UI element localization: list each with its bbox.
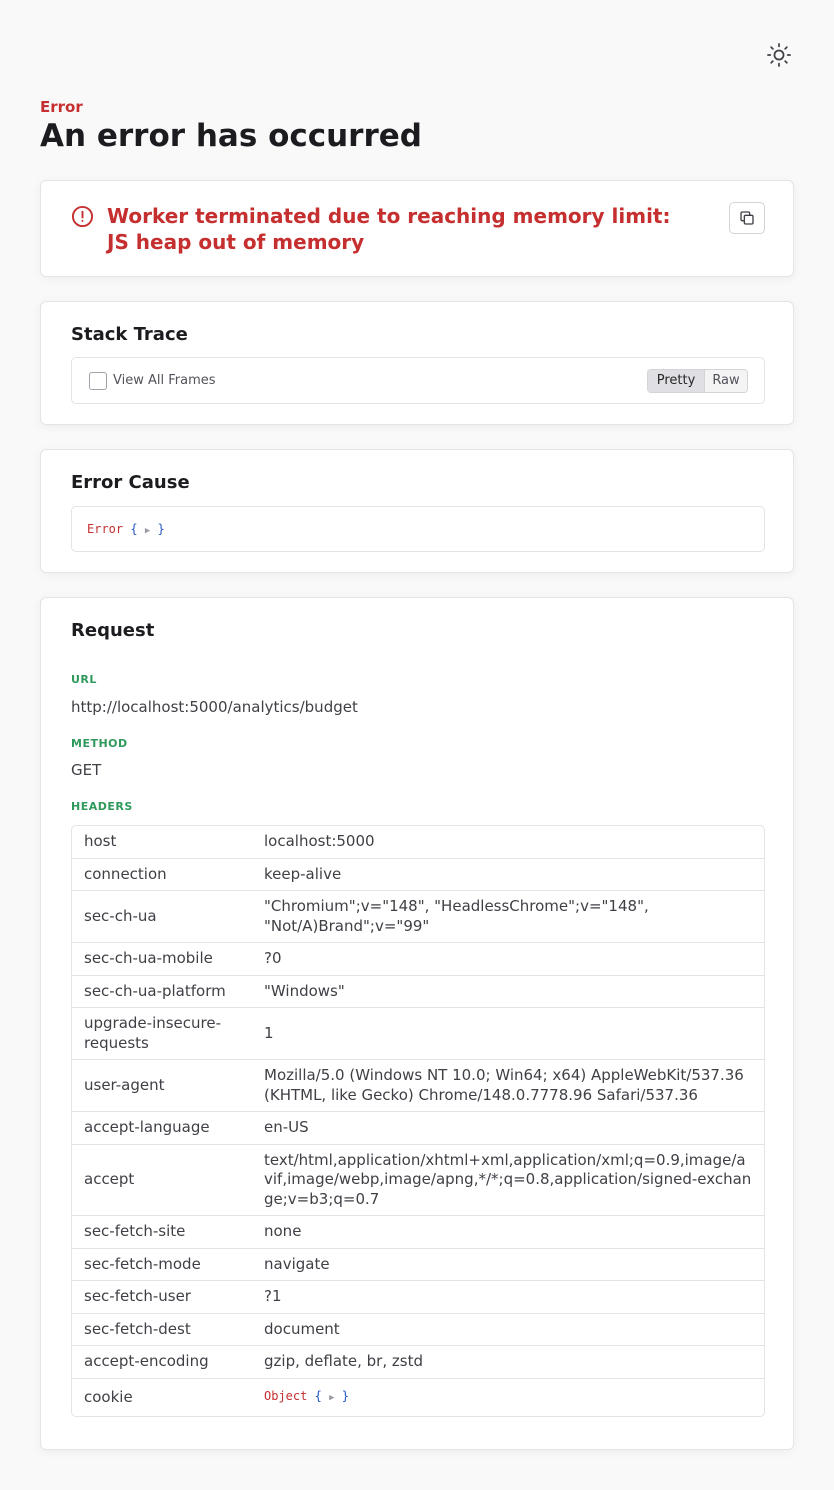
header-key: accept-language bbox=[84, 1118, 210, 1136]
header-key: sec-fetch-site bbox=[84, 1222, 186, 1240]
expand-arrow-icon[interactable]: ▶ bbox=[329, 1393, 334, 1403]
raw-mode-button[interactable]: Raw bbox=[705, 370, 747, 392]
error-cause-inspector: Error { ▶ } bbox=[71, 506, 765, 552]
request-title: Request bbox=[71, 620, 155, 641]
header-value: ?1 bbox=[264, 1287, 282, 1305]
header-key: sec-ch-ua bbox=[84, 906, 157, 925]
header-row: connection keep-alive bbox=[72, 859, 764, 891]
page-title: An error has occurred bbox=[40, 118, 422, 154]
method-value: GET bbox=[71, 761, 102, 779]
header-key: accept-encoding bbox=[84, 1352, 209, 1370]
header-key: connection bbox=[84, 864, 167, 883]
header-row: sec-fetch-user ?1 bbox=[72, 1281, 764, 1314]
url-value: http://localhost:5000/analytics/budget bbox=[71, 698, 358, 716]
expand-arrow-icon[interactable]: ▶ bbox=[145, 526, 150, 536]
header-key: cookie bbox=[84, 1387, 133, 1406]
header-key: sec-ch-ua-platform bbox=[84, 981, 226, 1000]
view-all-frames-label[interactable]: View All Frames bbox=[113, 373, 216, 389]
header-row-cookie: cookie Object { ▶ } bbox=[72, 1379, 764, 1417]
copy-button[interactable] bbox=[729, 202, 765, 234]
header-value: navigate bbox=[264, 1254, 330, 1273]
header-row: sec-ch-ua "Chromium";v="148", "HeadlessCh… bbox=[72, 891, 764, 943]
error-message-card: Worker terminated due to reaching memory… bbox=[40, 180, 794, 277]
header-row: host localhost:5000 bbox=[72, 826, 764, 859]
theme-toggle-button[interactable] bbox=[762, 38, 796, 72]
request-card: Request URL http://localhost:5000/analyt… bbox=[40, 597, 794, 1450]
header-row: sec-ch-ua-mobile ?0 bbox=[72, 943, 764, 976]
view-mode-toggle: Pretty Raw bbox=[647, 369, 748, 393]
cookie-inspector: Object { ▶ } bbox=[252, 1381, 764, 1415]
header-value: text/html,application/xhtml+xml,applicat… bbox=[264, 1150, 752, 1208]
cookie-object-name: Object bbox=[264, 1388, 308, 1403]
header-row: sec-ch-ua-platform "Windows" bbox=[72, 976, 764, 1008]
url-label: URL bbox=[71, 673, 97, 686]
header-key: sec-ch-ua-mobile bbox=[84, 949, 213, 967]
open-brace: { bbox=[314, 1388, 322, 1403]
header-value: Mozilla/5.0 (Windows NT 10.0; Win64; x64… bbox=[264, 1066, 744, 1104]
page-header: Error An error has occurred bbox=[40, 97, 422, 156]
header-value: keep-alive bbox=[264, 864, 342, 883]
header-key: sec-fetch-dest bbox=[84, 1319, 191, 1338]
header-value: "Windows" bbox=[264, 981, 345, 1000]
header-key: host bbox=[84, 832, 117, 850]
header-key: user-agent bbox=[84, 1075, 165, 1094]
header-row: accept-language en-US bbox=[72, 1112, 764, 1145]
headers-label: HEADERS bbox=[71, 800, 133, 813]
stack-trace-card: Stack Trace View All Frames Pretty Raw bbox=[40, 301, 794, 425]
header-value: document bbox=[264, 1319, 340, 1338]
sun-icon bbox=[767, 43, 791, 67]
stack-trace-toolbar: View All Frames Pretty Raw bbox=[71, 357, 765, 404]
header-value: 1 bbox=[264, 1023, 274, 1042]
header-key: upgrade-insecure-requests bbox=[84, 1014, 222, 1052]
header-row: accept-encoding gzip, deflate, br, zstd bbox=[72, 1346, 764, 1379]
stack-trace-title: Stack Trace bbox=[71, 324, 188, 345]
header-key: sec-fetch-mode bbox=[84, 1254, 201, 1273]
error-eyebrow: Error bbox=[40, 98, 83, 116]
copy-icon bbox=[740, 211, 754, 225]
header-key: accept bbox=[84, 1170, 135, 1188]
open-brace: { bbox=[130, 522, 138, 536]
error-cause-name: Error bbox=[87, 522, 124, 536]
headers-table: host localhost:5000 connection keep-alive … bbox=[71, 825, 765, 1417]
header-value: "Chromium";v="148", "HeadlessChrome";v="… bbox=[264, 897, 649, 935]
pretty-mode-button[interactable]: Pretty bbox=[648, 370, 705, 392]
header-value: none bbox=[264, 1222, 302, 1240]
header-value: ?0 bbox=[264, 949, 282, 967]
method-label: METHOD bbox=[71, 737, 128, 750]
header-value: localhost:5000 bbox=[264, 832, 375, 850]
close-brace: } bbox=[341, 1388, 349, 1403]
header-value: gzip, deflate, br, zstd bbox=[264, 1352, 423, 1370]
alert-circle-icon bbox=[71, 205, 94, 228]
header-row: upgrade-insecure-requests 1 bbox=[72, 1008, 764, 1060]
error-message: Worker terminated due to reaching memory… bbox=[107, 204, 671, 254]
error-cause-title: Error Cause bbox=[71, 472, 190, 493]
error-cause-card: Error Cause Error { ▶ } bbox=[40, 449, 794, 573]
view-all-frames-checkbox[interactable] bbox=[89, 372, 107, 390]
header-row: user-agent Mozilla/5.0 (Windows NT 10.0; … bbox=[72, 1060, 764, 1112]
header-row: accept text/html,application/xhtml+xml,ap… bbox=[72, 1145, 764, 1216]
header-row: sec-fetch-mode navigate bbox=[72, 1249, 764, 1281]
header-row: sec-fetch-dest document bbox=[72, 1314, 764, 1346]
header-row: sec-fetch-site none bbox=[72, 1216, 764, 1249]
close-brace: } bbox=[157, 522, 165, 536]
header-key: sec-fetch-user bbox=[84, 1287, 191, 1305]
header-value: en-US bbox=[264, 1118, 309, 1136]
